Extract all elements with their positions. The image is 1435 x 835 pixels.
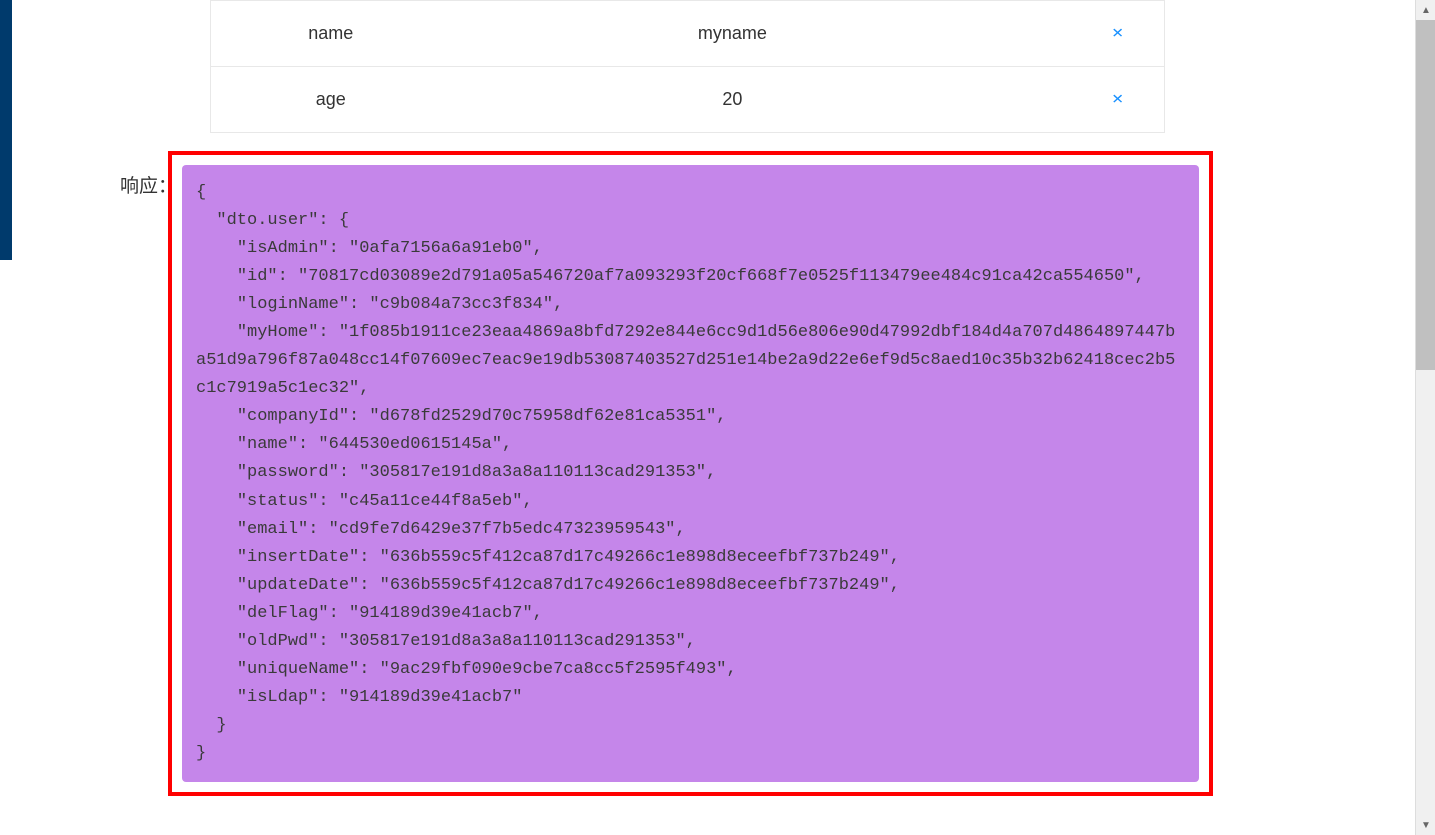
- table-row: age 20 ✕: [211, 66, 1164, 132]
- param-value: 20: [450, 89, 1014, 110]
- scrollbar[interactable]: ▲ ▼: [1415, 0, 1435, 835]
- param-action: ✕: [1014, 24, 1164, 43]
- json-content: { "dto.user": { "isAdmin": "0afa7156a6a9…: [182, 179, 1185, 768]
- response-box: { "dto.user": { "isAdmin": "0afa7156a6a9…: [182, 165, 1199, 782]
- param-key: name: [211, 23, 450, 44]
- response-highlight-border: { "dto.user": { "isAdmin": "0afa7156a6a9…: [168, 151, 1213, 796]
- close-icon[interactable]: ✕: [1111, 91, 1124, 107]
- scrollbar-thumb[interactable]: [1416, 20, 1435, 370]
- scroll-up-icon[interactable]: ▲: [1416, 0, 1435, 20]
- param-key: age: [211, 89, 450, 110]
- response-section: 响应： { "dto.user": { "isAdmin": "0afa7156…: [120, 151, 1380, 796]
- response-label: 响应：: [120, 171, 177, 198]
- param-action: ✕: [1014, 90, 1164, 109]
- close-icon[interactable]: ✕: [1111, 25, 1124, 41]
- scroll-down-icon[interactable]: ▼: [1416, 815, 1435, 835]
- left-edge-blue: [0, 0, 12, 260]
- param-value: myname: [450, 23, 1014, 44]
- page-wrapper: name myname ✕ age 20 ✕ 响应： { "dto.user":…: [0, 0, 1435, 835]
- params-table: name myname ✕ age 20 ✕: [210, 0, 1165, 133]
- table-row: name myname ✕: [211, 0, 1164, 66]
- content-area: name myname ✕ age 20 ✕ 响应： { "dto.user":…: [0, 0, 1400, 816]
